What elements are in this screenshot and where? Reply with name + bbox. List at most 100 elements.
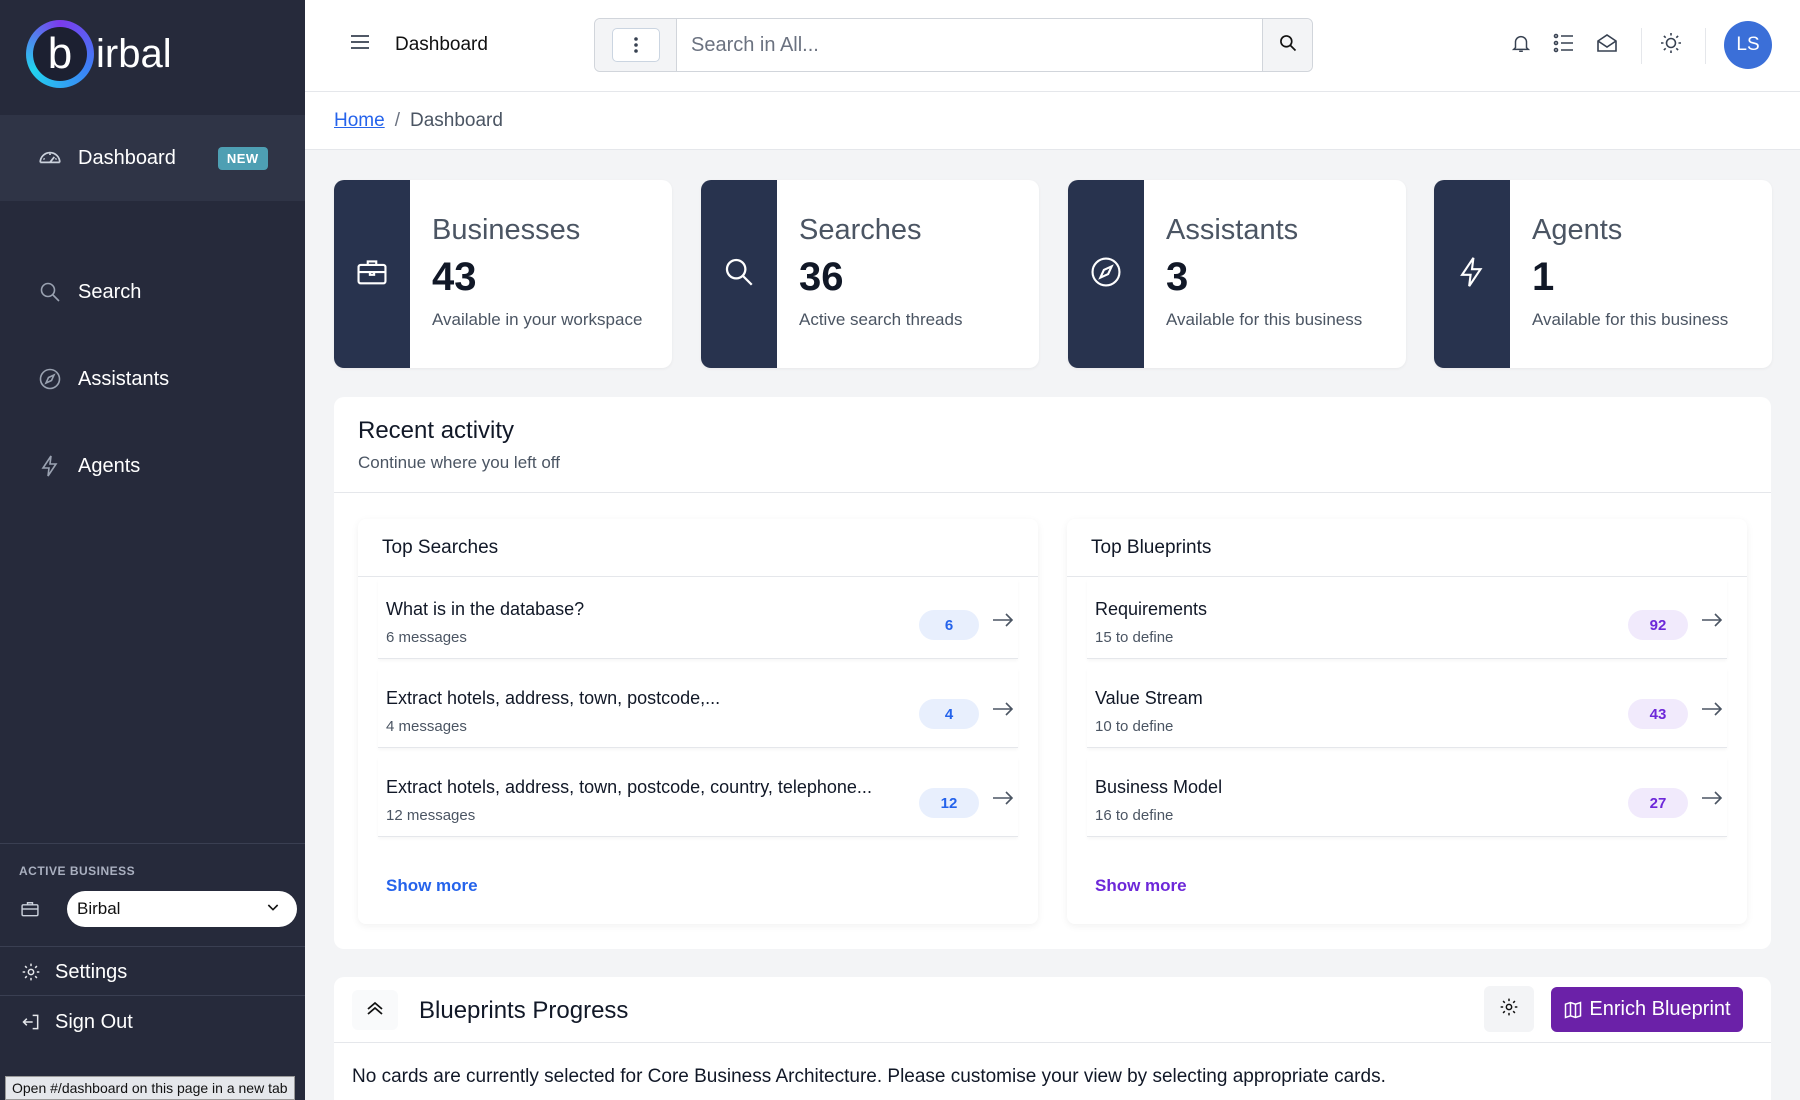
stat-value: 43	[432, 255, 477, 299]
hamburger-menu-icon[interactable]	[349, 32, 371, 57]
app-logo[interactable]: b irbal	[26, 20, 172, 88]
active-business-row: Birbal	[19, 891, 297, 927]
header-divider	[1641, 28, 1642, 64]
arrow-right-icon[interactable]	[1701, 613, 1723, 632]
list-item[interactable]: Requirements 15 to define 92	[1087, 579, 1727, 659]
more-vertical-icon	[611, 28, 660, 62]
stat-card-businesses[interactable]: Businesses 43 Available in your workspac…	[334, 180, 672, 368]
breadcrumb-home-link[interactable]: Home	[334, 110, 385, 132]
list-icon[interactable]	[1551, 30, 1577, 56]
stat-subtitle: Available for this business	[1166, 310, 1363, 329]
logo-letter: b	[33, 27, 87, 81]
stat-title: Agents	[1532, 214, 1623, 246]
logo-ring: b	[26, 20, 94, 88]
stat-card-searches[interactable]: Searches 36 Active search threads	[701, 180, 1039, 368]
count-badge: 92	[1628, 610, 1688, 640]
settings-link[interactable]: Settings	[19, 958, 127, 986]
sign-out-link[interactable]: Sign Out	[19, 1008, 133, 1036]
breadcrumb-separator: /	[394, 109, 400, 131]
search-icon	[1278, 33, 1298, 58]
sidebar-divider	[0, 843, 305, 844]
sidebar-divider	[0, 946, 305, 947]
sidebar-divider	[0, 995, 305, 996]
recent-activity-title: Recent activity	[358, 417, 515, 444]
search-scope-button[interactable]	[595, 19, 677, 71]
user-avatar[interactable]: LS	[1724, 21, 1772, 69]
active-business-label: ACTIVE BUSINESS	[19, 864, 136, 878]
map-icon	[1563, 1000, 1583, 1020]
sidebar-item-label: Assistants	[78, 367, 170, 390]
search-thread-subtitle: 6 messages	[386, 629, 467, 646]
sidebar-item-agents[interactable]: Agents	[0, 441, 305, 491]
count-badge: 4	[919, 699, 979, 729]
compass-icon	[36, 365, 64, 393]
briefcase-icon	[355, 255, 389, 294]
top-searches-panel: Top Searches What is in the database? 6 …	[358, 519, 1038, 924]
blueprints-progress-header: Blueprints Progress Enrich Blueprint	[334, 977, 1771, 1043]
show-more-blueprints-link[interactable]: Show more	[1095, 876, 1187, 896]
settings-label: Settings	[55, 960, 128, 983]
recent-activity-subtitle: Continue where you left off	[358, 453, 560, 472]
search-icon	[36, 278, 64, 306]
list-item[interactable]: What is in the database? 6 messages 6	[378, 579, 1018, 659]
search-thread-subtitle: 4 messages	[386, 718, 467, 735]
page-title: Dashboard	[395, 34, 488, 55]
search-thread-subtitle: 12 messages	[386, 807, 476, 824]
lightning-icon	[36, 452, 64, 480]
blueprint-settings-button[interactable]	[1484, 986, 1534, 1032]
collapse-toggle-button[interactable]	[352, 990, 398, 1030]
search-input[interactable]	[677, 19, 1262, 71]
sidebar-item-search[interactable]: Search	[0, 267, 305, 317]
stat-title: Searches	[799, 214, 922, 246]
stat-title: Businesses	[432, 214, 581, 246]
blueprint-title: Requirements	[1095, 599, 1208, 619]
active-business-select[interactable]: Birbal	[67, 891, 297, 927]
stat-icon-panel	[1068, 180, 1144, 368]
list-item[interactable]: Business Model 16 to define 27	[1087, 757, 1727, 837]
count-badge: 43	[1628, 699, 1688, 729]
stat-card-agents[interactable]: Agents 1 Available for this business	[1434, 180, 1772, 368]
briefcase-icon	[19, 898, 41, 920]
stat-value: 36	[799, 255, 844, 299]
chevron-up-double-icon	[365, 999, 385, 1022]
arrow-right-icon[interactable]	[1701, 791, 1723, 810]
enrich-blueprint-button[interactable]: Enrich Blueprint	[1551, 987, 1743, 1032]
stat-subtitle: Available for this business	[1532, 310, 1729, 329]
stat-card-assistants[interactable]: Assistants 3 Available for this business	[1068, 180, 1406, 368]
search-icon	[722, 255, 756, 294]
sidebar-item-label: Search	[78, 280, 142, 303]
sun-icon[interactable]	[1658, 30, 1684, 56]
sidebar-item-label: Dashboard	[78, 146, 176, 169]
active-business-value: Birbal	[77, 899, 121, 918]
arrow-right-icon[interactable]	[992, 791, 1014, 810]
count-badge: 12	[919, 788, 979, 818]
sidebar-item-dashboard[interactable]: Dashboard NEW	[0, 115, 305, 201]
list-item[interactable]: Value Stream 10 to define 43	[1087, 668, 1727, 748]
list-item[interactable]: Extract hotels, address, town, postcode,…	[378, 757, 1018, 837]
breadcrumb: Home / Dashboard	[305, 92, 1800, 150]
header-divider	[1705, 28, 1706, 64]
sidebar-item-assistants[interactable]: Assistants	[0, 354, 305, 404]
sign-out-icon	[19, 1008, 43, 1036]
chevron-down-icon	[265, 899, 281, 920]
search-submit-button[interactable]	[1262, 19, 1312, 71]
recent-activity-header: Recent activity Continue where you left …	[334, 397, 1771, 493]
envelope-open-icon[interactable]	[1594, 30, 1620, 56]
blueprint-subtitle: 15 to define	[1095, 629, 1174, 646]
stat-value: 1	[1532, 255, 1555, 299]
stat-subtitle: Active search threads	[799, 310, 963, 329]
bell-icon[interactable]	[1508, 30, 1534, 56]
arrow-right-icon[interactable]	[992, 702, 1014, 721]
list-item[interactable]: Extract hotels, address, town, postcode,…	[378, 668, 1018, 748]
new-badge: NEW	[217, 146, 268, 170]
arrow-right-icon[interactable]	[1701, 702, 1723, 721]
recent-activity-section: Recent activity Continue where you left …	[334, 397, 1771, 949]
sidebar-item-label: Agents	[78, 454, 141, 477]
show-more-searches-link[interactable]: Show more	[386, 876, 478, 896]
stat-icon-panel	[701, 180, 777, 368]
compass-icon	[1089, 255, 1123, 294]
top-header: Dashboard LS	[305, 0, 1800, 92]
arrow-right-icon[interactable]	[992, 613, 1014, 632]
gear-icon	[19, 958, 43, 986]
stat-value: 3	[1166, 255, 1189, 299]
